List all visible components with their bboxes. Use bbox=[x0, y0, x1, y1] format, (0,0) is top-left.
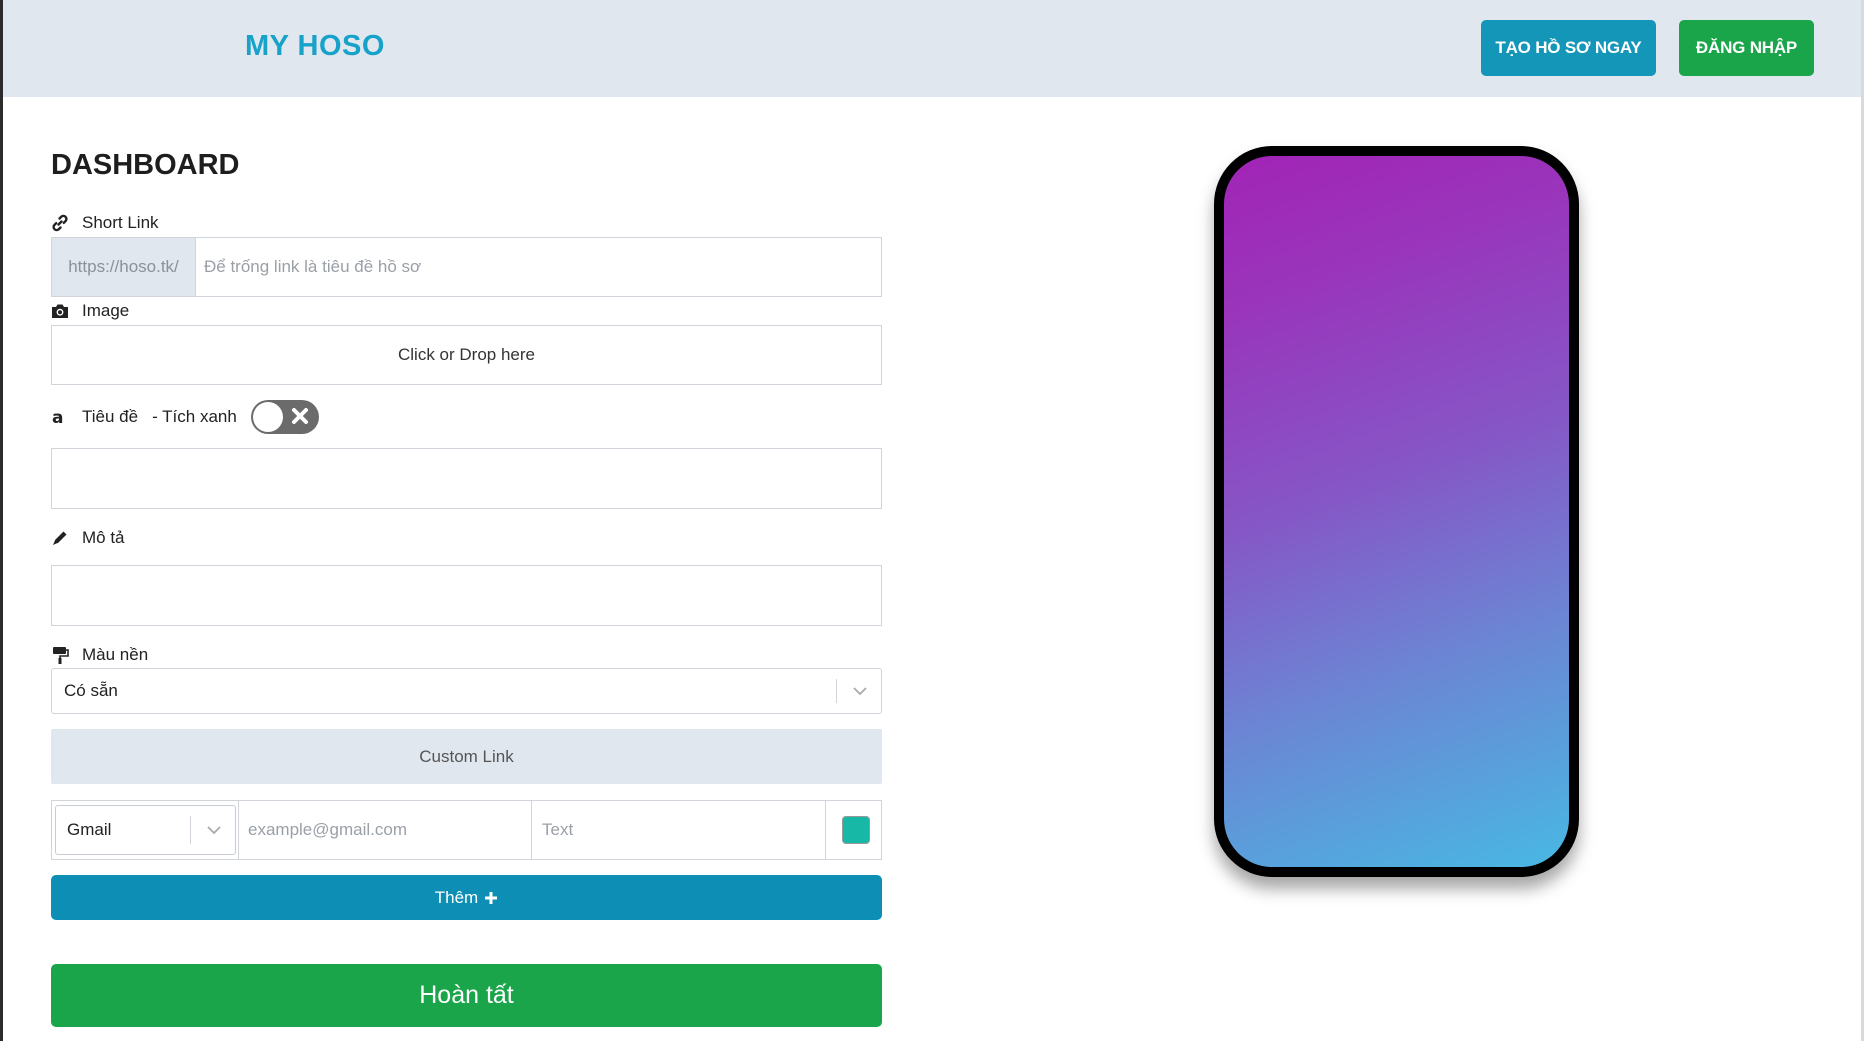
custom-link-row: Gmail example@gmail.com Text bbox=[51, 800, 882, 860]
short-link-prefix: https://hoso.tk/ bbox=[52, 238, 196, 296]
image-label: Image bbox=[82, 301, 130, 320]
link-color-picker[interactable] bbox=[842, 816, 870, 844]
verified-label: - Tích xanh bbox=[152, 407, 237, 426]
custom-link-header: Custom Link bbox=[51, 729, 882, 784]
short-link-label-row: Short Link bbox=[51, 213, 159, 233]
add-link-button[interactable]: Thêm bbox=[51, 875, 882, 920]
brand-logo[interactable]: MY HOSO bbox=[245, 30, 385, 63]
image-dropzone[interactable]: Click or Drop here bbox=[51, 325, 882, 385]
link-type-value: Gmail bbox=[67, 820, 112, 839]
top-navbar: MY HOSO TẠO HỒ SƠ NGAY ĐĂNG NHẬP bbox=[3, 0, 1861, 97]
plus-icon bbox=[485, 891, 498, 904]
link-value-input[interactable]: example@gmail.com bbox=[248, 801, 407, 859]
short-link-field[interactable]: https://hoso.tk/ Để trống link là tiêu đ… bbox=[51, 237, 882, 297]
camera-icon bbox=[51, 302, 69, 320]
description-label: Mô tả bbox=[82, 528, 125, 547]
add-button-label: Thêm bbox=[434, 887, 479, 907]
verified-toggle[interactable] bbox=[250, 400, 319, 434]
close-icon bbox=[291, 408, 308, 424]
dropzone-text: Click or Drop here bbox=[398, 345, 535, 364]
pencil-icon bbox=[51, 529, 69, 547]
description-label-row: Mô tả bbox=[51, 528, 125, 548]
chevron-down-icon[interactable] bbox=[852, 684, 868, 698]
background-label-row: Màu nền bbox=[51, 645, 148, 665]
background-select[interactable]: Có sẵn bbox=[51, 668, 882, 714]
link-text-input[interactable]: Text bbox=[542, 801, 573, 859]
description-input[interactable] bbox=[51, 565, 882, 626]
background-label: Màu nền bbox=[82, 645, 149, 664]
create-profile-button[interactable]: TẠO HỒ SƠ NGAY bbox=[1481, 20, 1656, 76]
login-button[interactable]: ĐĂNG NHẬP bbox=[1679, 20, 1814, 76]
background-selected-value: Có sẵn bbox=[64, 681, 118, 700]
amazon-letter-icon: a bbox=[51, 408, 69, 426]
svg-text:a: a bbox=[52, 408, 63, 426]
window-left-edge bbox=[0, 0, 3, 1041]
link-icon bbox=[51, 214, 69, 232]
finish-button[interactable]: Hoàn tất bbox=[51, 964, 882, 1027]
image-label-row: Image bbox=[51, 301, 129, 321]
link-type-select[interactable]: Gmail bbox=[55, 805, 236, 855]
field-divider bbox=[238, 801, 239, 859]
select-divider bbox=[836, 679, 837, 703]
title-label-row: a Tiêu đề - Tích xanh bbox=[51, 400, 319, 434]
title-input[interactable] bbox=[51, 448, 882, 509]
chevron-down-icon[interactable] bbox=[206, 823, 222, 837]
paint-roller-icon bbox=[51, 646, 69, 664]
page-title: DASHBOARD bbox=[51, 149, 240, 181]
short-link-input[interactable]: Để trống link là tiêu đề hồ sơ bbox=[204, 238, 421, 296]
short-link-label: Short Link bbox=[82, 213, 159, 232]
select-divider bbox=[190, 816, 191, 844]
title-label: Tiêu đề bbox=[82, 407, 139, 426]
field-divider bbox=[825, 801, 826, 859]
phone-preview bbox=[1214, 146, 1579, 877]
phone-screen bbox=[1224, 156, 1569, 867]
toggle-knob bbox=[252, 402, 283, 432]
field-divider bbox=[531, 801, 532, 859]
